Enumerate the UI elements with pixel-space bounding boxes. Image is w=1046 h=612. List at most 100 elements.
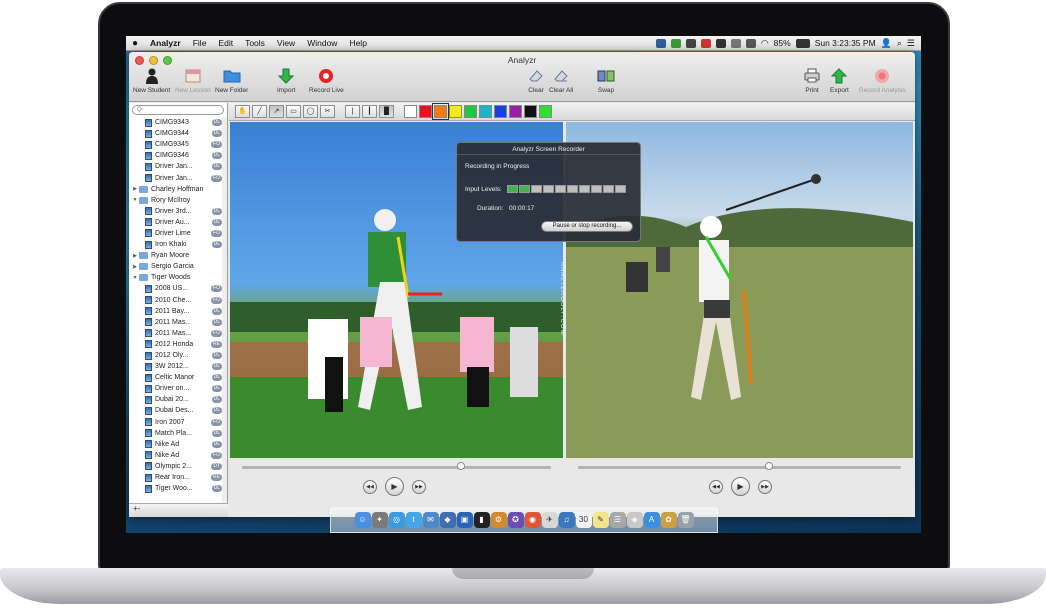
app-icon[interactable]: ⚙ <box>490 512 507 528</box>
line-tool-icon[interactable]: ╱ <box>252 105 267 118</box>
terminal-icon[interactable]: ▮ <box>473 512 490 528</box>
color-swatch[interactable] <box>419 105 432 118</box>
right-next-frame-button[interactable]: ▶▶ <box>758 480 772 494</box>
record-live-button[interactable]: Record Live <box>309 67 344 94</box>
clear-all-button[interactable]: Clear All <box>549 67 573 94</box>
angle-tool-icon[interactable]: ✂ <box>320 105 335 118</box>
menu-view[interactable]: View <box>271 38 301 48</box>
library-clip-row[interactable]: Rear Iron... RE <box>129 472 228 483</box>
status-app-icon[interactable] <box>670 38 681 48</box>
app-icon[interactable]: ◉ <box>524 512 541 528</box>
battery-icon[interactable] <box>795 38 810 48</box>
right-play-button[interactable]: ▶ <box>731 477 750 496</box>
medium-line-icon[interactable]: ┃ <box>362 105 377 118</box>
clear-button[interactable]: Clear <box>527 67 545 94</box>
library-folder-row[interactable]: ▼ Rory McIlroy <box>129 195 228 206</box>
menu-tools[interactable]: Tools <box>239 38 271 48</box>
library-clip-row[interactable]: Iron 2007 FO <box>129 417 228 428</box>
library-clip-row[interactable]: 2011 Mas... DL <box>129 317 228 328</box>
app-icon[interactable]: ◆ <box>439 512 456 528</box>
library-clip-row[interactable]: Nike Ad DL <box>129 439 228 450</box>
library-clip-row[interactable]: Iron Khaki DL <box>129 239 228 250</box>
apple-menu-icon[interactable]: ● <box>126 38 144 49</box>
battery-percent[interactable]: 85% <box>774 38 791 48</box>
color-swatch[interactable] <box>479 105 492 118</box>
pause-stop-recording-button[interactable]: Pause or stop recording... <box>541 221 633 232</box>
add-remove-button[interactable]: +- <box>129 503 228 517</box>
library-clip-row[interactable]: 2012 Oly... DL <box>129 350 228 361</box>
hand-tool-icon[interactable]: ✋ <box>235 105 250 118</box>
library-clip-row[interactable]: Driver Jan... FO <box>129 172 228 183</box>
library-clip-row[interactable]: Tiger Woo... DL <box>129 483 228 494</box>
app-icon[interactable]: ☰ <box>609 512 626 528</box>
library-clip-row[interactable]: Driver Au... DL <box>129 217 228 228</box>
library-folder-row[interactable]: ▶ Ryan Moore <box>129 250 228 261</box>
disclosure-closed-icon[interactable]: ▶ <box>131 253 139 259</box>
library-clip-row[interactable]: Driver on... DL <box>129 383 228 394</box>
left-play-button[interactable]: ▶ <box>385 477 404 496</box>
library-clip-row[interactable]: Dubai Des... DL <box>129 405 228 416</box>
library-clip-row[interactable]: Olympic 2... DT <box>129 461 228 472</box>
left-timeline-slider[interactable] <box>242 466 551 469</box>
library-clip-row[interactable]: CIMG9345 FO <box>129 139 228 150</box>
export-button[interactable]: Export <box>830 67 849 94</box>
library-clip-row[interactable]: 2011 Bay... DL <box>129 306 228 317</box>
library-clip-row[interactable]: 2008 US... FO <box>129 283 228 294</box>
thin-line-icon[interactable]: | <box>345 105 360 118</box>
mail-icon[interactable]: ✉ <box>422 512 439 528</box>
color-swatch[interactable] <box>494 105 507 118</box>
app-icon[interactable]: ▣ <box>456 512 473 528</box>
safari-icon[interactable]: ◎ <box>388 512 405 528</box>
thick-line-icon[interactable]: █ <box>379 105 394 118</box>
library-clip-row[interactable]: Driver Jan... DL <box>129 161 228 172</box>
library-clip-row[interactable]: 2011 Mas... FO <box>129 328 228 339</box>
import-button[interactable]: Import <box>277 67 295 94</box>
app-icon[interactable]: ♫ <box>558 512 575 528</box>
color-swatch[interactable] <box>509 105 522 118</box>
library-folder-row[interactable]: ▶ Sergio Garcia <box>129 261 228 272</box>
new-folder-button[interactable]: New Folder <box>215 67 248 94</box>
library-clip-row[interactable]: Nike Ad FO <box>129 450 228 461</box>
library-folder-row[interactable]: ▶ Charley Hoffman <box>129 184 228 195</box>
library-clip-row[interactable]: CIMG9346 DL <box>129 150 228 161</box>
status-clock-icon[interactable] <box>745 38 756 48</box>
new-student-button[interactable]: New Student <box>133 67 170 94</box>
app-icon[interactable]: ✈ <box>541 512 558 528</box>
disclosure-open-icon[interactable]: ▼ <box>131 197 139 203</box>
menu-help[interactable]: Help <box>343 38 372 48</box>
notes-icon[interactable]: ✎ <box>592 512 609 528</box>
status-app-icon[interactable] <box>685 38 696 48</box>
library-clip-row[interactable]: 3W 2012... DL <box>129 361 228 372</box>
appstore-icon[interactable]: A <box>643 512 660 528</box>
launchpad-icon[interactable]: ✦ <box>371 512 388 528</box>
left-prev-frame-button[interactable]: ◀◀ <box>363 480 377 494</box>
library-clip-row[interactable]: Driver 3rd... DL <box>129 206 228 217</box>
color-swatch[interactable] <box>404 105 417 118</box>
app-icon[interactable]: ✪ <box>507 512 524 528</box>
library-clip-row[interactable]: 2010 Che... FO <box>129 295 228 306</box>
color-swatch[interactable] <box>524 105 537 118</box>
library-search-input[interactable]: Q- <box>132 105 224 115</box>
new-lesson-button[interactable]: New Lesson <box>175 67 211 94</box>
library-clip-row[interactable]: Dubai 20... DL <box>129 394 228 405</box>
status-app-icon[interactable] <box>655 38 666 48</box>
finder-icon[interactable]: ☺ <box>354 512 371 528</box>
app-icon[interactable]: ◈ <box>626 512 643 528</box>
status-calendar-icon[interactable] <box>700 38 711 48</box>
arrow-tool-icon[interactable]: ↗ <box>269 105 284 118</box>
right-timeline-knob[interactable] <box>764 462 773 470</box>
color-swatch[interactable] <box>539 105 552 118</box>
menubar-clock[interactable]: Sun 3:23:35 PM <box>815 38 876 48</box>
record-analysis-button[interactable]: Record Analysis <box>859 67 906 94</box>
library-clip-row[interactable]: CIMG9344 DL <box>129 128 228 139</box>
calendar-icon[interactable]: 30 <box>575 512 592 528</box>
library-folder-row[interactable]: ▼ Tiger Woods <box>129 272 228 283</box>
disclosure-closed-icon[interactable]: ▶ <box>131 186 139 192</box>
color-swatch[interactable] <box>449 105 462 118</box>
status-app-icon[interactable] <box>715 38 726 48</box>
library-clip-row[interactable]: Driver Lime FO <box>129 228 228 239</box>
right-timeline-slider[interactable] <box>578 466 901 469</box>
library-clip-row[interactable]: CIMG9343 DL <box>129 117 228 128</box>
swap-button[interactable]: Swap <box>597 67 615 94</box>
color-swatch[interactable] <box>464 105 477 118</box>
